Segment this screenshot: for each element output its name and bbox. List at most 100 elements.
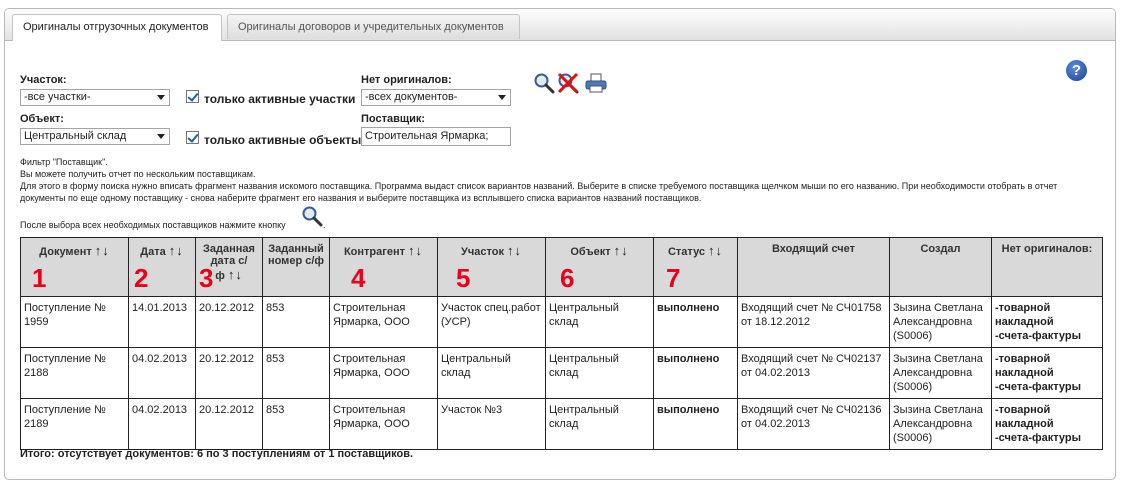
column-header-status[interactable]: Статус ↑↓ 7 [653,237,738,297]
column-header-sf-date[interactable]: Заданная дата с/ф ↑↓ 3 [195,237,263,297]
documents-table: Документ ↑↓ 1 Дата ↑↓ 2 Заданная дата с/ф ↑… [20,237,1103,450]
section-select-value: -все участки- [24,91,91,103]
filter-note-line: Вы можете получить отчет по нескольким п… [20,169,256,179]
table-header-row: Документ ↑↓ 1 Дата ↑↓ 2 Заданная дата с/ф ↑… [20,237,1103,297]
cell-date: 14.01.2013 [128,296,196,348]
cell-invoice: Входящий счет № СЧ01758 от 18.12.2012 [737,296,890,348]
tab-shipping-originals[interactable]: Оригиналы отгрузочных документов [12,14,222,41]
annotation-marker: 3 [199,263,214,293]
supplier-label: Поставщик: [361,113,426,125]
active-sections-checkbox[interactable] [186,90,199,103]
search-icon[interactable] [301,205,323,227]
cell-status: выполнено [653,296,738,348]
column-header-date[interactable]: Дата ↑↓ 2 [128,237,196,297]
help-icon[interactable]: ? [1066,60,1087,81]
object-select[interactable]: Центральный склад [20,128,170,145]
filter-note-line: Для этого в форму поиска нужно вписать ф… [20,181,1058,191]
cell-section: Центральный склад [437,347,546,399]
column-header-contractor[interactable]: Контрагент ↑↓ 4 [329,237,438,297]
sort-arrows-icon[interactable]: ↑↓ [614,243,629,258]
active-sections-label: только активные участки [204,92,356,106]
object-select-value: Центральный склад [24,130,127,142]
cell-sf-date: 20.12.2012 [195,398,263,450]
column-header-no-originals: Нет оригиналов: [991,237,1103,297]
annotation-marker: 1 [32,263,47,293]
cell-invoice: Входящий счет № СЧ02137 от 04.02.2013 [737,347,890,399]
cell-contractor: Строительная Ярмарка, ООО [329,398,438,450]
cell-object: Центральный склад [545,296,654,348]
table-row[interactable]: Поступление № 2188 04.02.2013 20.12.2012… [20,347,1103,399]
print-icon[interactable] [584,72,607,94]
missing-item: -счета-фактуры [995,432,1082,444]
filter-note-line: документы по еще одному поставщику - сно… [20,193,702,203]
filter-note-title: Фильтр "Поставщик". [20,157,108,167]
cell-sf-date: 20.12.2012 [195,347,263,399]
annotation-marker: 2 [134,263,149,293]
missing-item: -товарной накладной [995,302,1054,328]
cell-no-originals: -товарной накладной -счета-фактуры [991,347,1103,399]
cell-contractor: Строительная Ярмарка, ООО [329,347,438,399]
cell-creator: Зызина Светлана Александровна (S0006) [889,398,992,450]
object-label: Объект: [20,113,64,125]
missing-item: -товарной накладной [995,404,1054,430]
cell-creator: Зызина Светлана Александровна (S0006) [889,296,992,348]
cell-no-originals: -товарной накладной -счета-фактуры [991,296,1103,348]
cell-contractor: Строительная Ярмарка, ООО [329,296,438,348]
chevron-down-icon [157,134,165,139]
chevron-down-icon [498,95,506,100]
supplier-input[interactable]: Строительная Ярмарка; [361,127,511,146]
column-header-creator: Создал [889,237,992,297]
missing-item: -счета-фактуры [995,330,1082,342]
missing-item: -счета-фактуры [995,381,1082,393]
annotation-marker: 6 [560,263,575,293]
column-header-sf-number: Заданный номер с/ф [262,237,330,297]
cell-section: Участок №3 [437,398,546,450]
filter-note-line: После выбора всех необходимых поставщико… [20,220,286,230]
sort-arrows-icon[interactable]: ↑↓ [228,267,243,282]
chevron-down-icon [157,95,165,100]
cell-status: выполнено [653,398,738,450]
cell-sf-number: 853 [262,347,330,399]
sort-arrows-icon[interactable]: ↑↓ [95,243,110,258]
annotation-marker: 5 [456,263,471,293]
cell-document[interactable]: Поступление № 1959 [20,296,129,348]
cell-date: 04.02.2013 [128,398,196,450]
cell-object: Центральный склад [545,398,654,450]
cell-sf-number: 853 [262,296,330,348]
no-originals-label: Нет оригиналов: [361,74,452,86]
sort-arrows-icon[interactable]: ↑↓ [507,243,522,258]
summary-total: Итого: отсутствует документов: 6 по 3 по… [20,448,414,460]
cell-status: выполнено [653,347,738,399]
clear-filter-icon[interactable] [557,72,579,94]
active-objects-label: только активные объекты [204,133,362,147]
tab-contract-originals[interactable]: Оригиналы договоров и учредительных доку… [227,14,520,39]
cell-sf-number: 853 [262,398,330,450]
cell-section: Участок спец.работ (УСР) [437,296,546,348]
cell-sf-date: 20.12.2012 [195,296,263,348]
table-row[interactable]: Поступление № 2189 04.02.2013 20.12.2012… [20,398,1103,450]
column-header-section[interactable]: Участок ↑↓ 5 [437,237,546,297]
cell-document[interactable]: Поступление № 2188 [20,347,129,399]
cell-date: 04.02.2013 [128,347,196,399]
cell-invoice: Входящий счет № СЧ02136 от 04.02.2013 [737,398,890,450]
section-select[interactable]: -все участки- [20,89,170,106]
column-header-invoice: Входящий счет [737,237,890,297]
search-icon[interactable] [533,72,555,94]
cell-document[interactable]: Поступление № 2189 [20,398,129,450]
cell-object: Центральный склад [545,347,654,399]
filter-note-period: . [323,220,326,230]
annotation-marker: 7 [666,263,681,293]
table-row[interactable]: Поступление № 1959 14.01.2013 20.12.2012… [20,296,1103,348]
column-header-object[interactable]: Объект ↑↓ 6 [545,237,654,297]
missing-item: -товарной накладной [995,353,1054,379]
column-header-document[interactable]: Документ ↑↓ 1 [20,237,129,297]
no-originals-select[interactable]: -всех документов- [361,89,511,106]
sort-arrows-icon[interactable]: ↑↓ [708,243,723,258]
cell-creator: Зызина Светлана Александровна (S0006) [889,347,992,399]
sort-arrows-icon[interactable]: ↑↓ [169,243,184,258]
section-label: Участок: [20,74,67,86]
sort-arrows-icon[interactable]: ↑↓ [408,243,423,258]
no-originals-select-value: -всех документов- [365,91,458,103]
active-objects-checkbox[interactable] [186,131,199,144]
cell-no-originals: -товарной накладной -счета-фактуры [991,398,1103,450]
